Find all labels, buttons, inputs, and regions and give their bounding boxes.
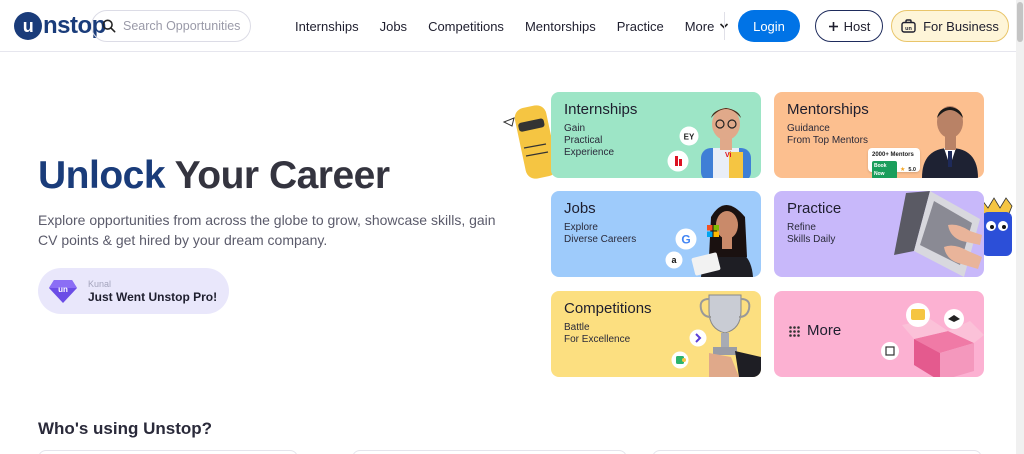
for-business-button[interactable]: un For Business <box>891 10 1009 42</box>
host-label: Host <box>843 18 871 34</box>
search-input[interactable] <box>123 19 248 33</box>
nav-competitions[interactable]: Competitions <box>428 19 504 34</box>
card-jobs[interactable]: Jobs Explore Diverse Careers G a <box>551 191 761 277</box>
pro-user-name: Kunal <box>88 278 112 289</box>
logo-mark: u <box>14 12 42 40</box>
card-competitions[interactable]: Competitions Battle For Excellence <box>551 291 761 377</box>
hero-title: Unlock Your Career <box>38 154 390 198</box>
card-mentorships-title: Mentorships <box>787 101 869 118</box>
mentor-rating: 5.0 <box>908 167 916 173</box>
mascot-yellow-icon <box>502 105 556 179</box>
card-internships-title: Internships <box>564 101 638 118</box>
hero-title-highlight: Unlock <box>38 154 166 197</box>
nav-more[interactable]: More <box>685 19 730 34</box>
pro-message: Just Went Unstop Pro! <box>88 289 218 304</box>
mentor-count-text: 2000+ Mentors <box>872 152 914 158</box>
google-logo-icon: G <box>675 228 697 250</box>
company-logo-icon <box>667 150 689 172</box>
card-internships-subtitle: Gain Practical Experience <box>564 123 615 158</box>
card-mentorships[interactable]: Mentorships Guidance From Top Mentors 20… <box>774 92 984 178</box>
star-icon: ★ <box>899 167 906 173</box>
nav-divider <box>724 12 725 40</box>
nav-jobs[interactable]: Jobs <box>380 19 407 34</box>
login-button[interactable]: Login <box>738 10 800 42</box>
card-practice[interactable]: Practice Refine Skills Daily <box>774 191 984 277</box>
nav-internships[interactable]: Internships <box>295 19 359 34</box>
scrollbar-thumb[interactable] <box>1017 2 1023 42</box>
svg-text:un: un <box>58 285 68 294</box>
card-more[interactable]: More <box>774 291 984 377</box>
top-navbar: u nstop Internships Jobs Competitions Me… <box>0 0 1016 52</box>
briefcase-icon: un <box>901 19 916 33</box>
search-box[interactable] <box>91 10 251 42</box>
microsoft-logo-icon <box>707 225 719 237</box>
pro-notification: un Kunal Just Went Unstop Pro! <box>38 268 229 314</box>
page-scrollbar[interactable] <box>1016 0 1024 454</box>
card-practice-subtitle: Refine Skills Daily <box>787 222 836 245</box>
search-icon <box>102 19 116 33</box>
card-internships-badge-ey: EY <box>684 133 695 142</box>
card-internships-badge-vi: Vi <box>725 152 732 159</box>
card-mentorships-subtitle: Guidance From Top Mentors <box>787 123 868 146</box>
whos-using-heading: Who's using Unstop? <box>38 419 213 438</box>
laptop-illustration-icon <box>894 191 982 277</box>
svg-text:un: un <box>905 26 912 32</box>
grid-dots-icon <box>789 326 800 337</box>
card-jobs-title: Jobs <box>564 200 596 217</box>
main-nav: Internships Jobs Competitions Mentorship… <box>295 0 729 52</box>
for-business-label: For Business <box>923 18 999 34</box>
gift-box-illustration-icon <box>881 303 984 377</box>
mentor-illustration-icon <box>922 106 978 178</box>
logo-card-peek <box>38 450 298 454</box>
nav-more-label: More <box>684 18 715 34</box>
plus-icon <box>828 21 838 31</box>
card-jobs-subtitle: Explore Diverse Careers <box>564 222 637 245</box>
logo-card-peek <box>652 450 982 454</box>
card-more-title: More <box>807 322 842 339</box>
pro-gem-icon: un <box>49 280 77 303</box>
hero-title-rest: Your Career <box>165 154 390 197</box>
hero-description: Explore opportunities from across the gl… <box>38 212 496 248</box>
card-competitions-title: Competitions <box>564 300 652 317</box>
amazon-logo-icon: a <box>665 251 683 269</box>
nav-mentorships[interactable]: Mentorships <box>525 19 596 34</box>
card-practice-title: Practice <box>787 200 842 217</box>
nav-practice[interactable]: Practice <box>617 19 664 34</box>
logo-card-peek <box>352 450 627 454</box>
ey-logo-icon: EY <box>679 126 699 146</box>
puzzle-icon <box>671 351 689 369</box>
book-now-chip: Book Now <box>872 161 897 178</box>
code-chevron-icon <box>689 329 707 347</box>
card-competitions-subtitle: Battle For Excellence <box>564 322 631 345</box>
job-seeker-illustration-icon <box>691 205 753 277</box>
host-button[interactable]: Host <box>815 10 883 42</box>
card-internships[interactable]: Internships Gain Practical Experience Vi… <box>551 92 761 178</box>
mentor-count-badge: 2000+ Mentors Book Now ★ 5.0 <box>868 148 920 178</box>
card-jobs-badge-g: G <box>681 233 690 247</box>
